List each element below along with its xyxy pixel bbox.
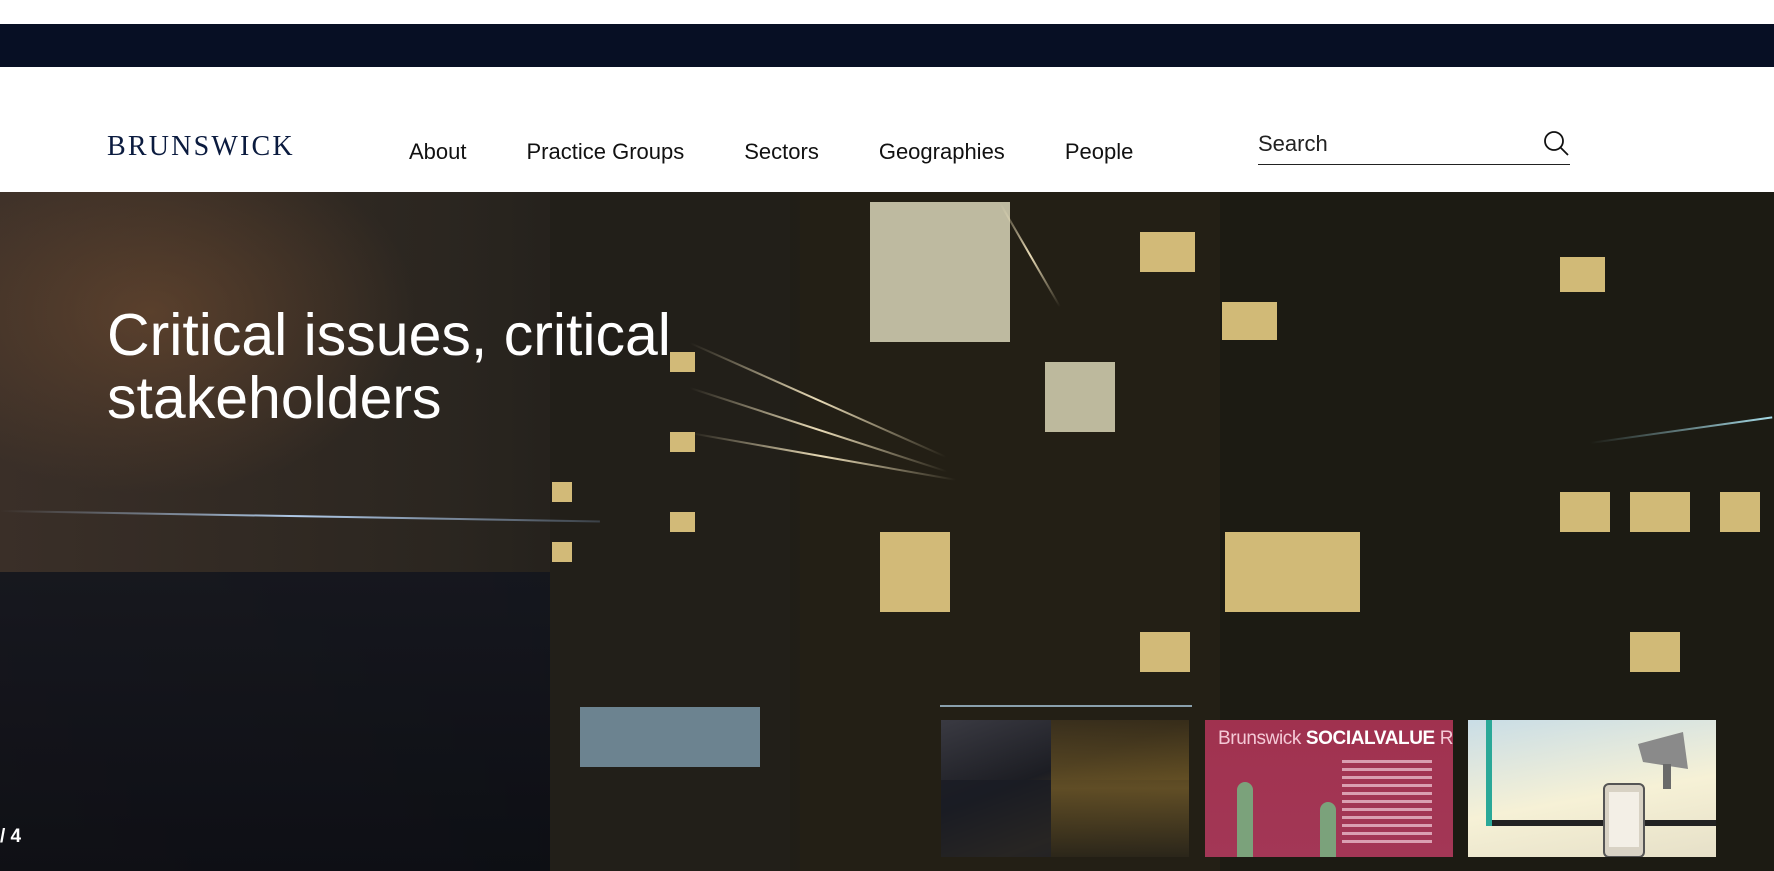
main-nav: About Practice Groups Sectors Geographie… <box>409 139 1193 165</box>
lit-window <box>1222 302 1277 340</box>
lit-window <box>552 542 572 562</box>
lit-window <box>1560 492 1610 532</box>
light-trail <box>0 510 600 523</box>
review-cover-title: Brunswick SOCIALVALUE Review <box>1218 728 1453 749</box>
lit-window <box>670 512 695 532</box>
lit-window <box>1560 257 1605 292</box>
search-input[interactable] <box>1258 129 1528 159</box>
cactus-image <box>1320 802 1336 857</box>
lit-window <box>870 202 1010 342</box>
lit-window <box>1630 492 1690 532</box>
lit-window <box>580 707 760 767</box>
slide-thumbnail-2[interactable]: Brunswick SOCIALVALUE Review <box>1205 720 1453 857</box>
lit-window <box>1140 232 1195 272</box>
search-icon[interactable] <box>1542 129 1570 157</box>
lit-window <box>670 432 695 452</box>
lit-window <box>1225 532 1360 612</box>
lit-window <box>1140 632 1190 672</box>
site-header: BRUNSWICK About Practice Groups Sectors … <box>0 67 1774 192</box>
slide-progress-bar <box>940 705 1192 707</box>
brunswick-logo[interactable]: BRUNSWICK <box>107 133 295 161</box>
top-bar <box>0 24 1774 67</box>
slide-thumbnail-3[interactable] <box>1468 720 1716 857</box>
hero-title: Critical issues, critical stakeholders <box>107 302 671 431</box>
smartphone-icon <box>1603 783 1645 857</box>
lit-window <box>552 482 572 502</box>
nav-item-people[interactable]: People <box>1065 139 1134 165</box>
nav-item-geographies[interactable]: Geographies <box>879 139 1005 165</box>
nav-item-practice-groups[interactable]: Practice Groups <box>527 139 685 165</box>
cover-text-lines <box>1342 760 1432 848</box>
cactus-image <box>1237 782 1253 857</box>
hero-banner: Critical issues, critical stakeholders /… <box>0 192 1774 871</box>
lit-window <box>1720 492 1760 532</box>
nav-item-sectors[interactable]: Sectors <box>744 139 819 165</box>
search-box <box>1258 123 1570 165</box>
nav-item-about[interactable]: About <box>409 139 467 165</box>
lit-window <box>880 532 950 612</box>
slide-counter: / 4 <box>0 826 22 847</box>
lit-window <box>1045 362 1115 432</box>
slide-thumbnail-1[interactable] <box>941 720 1189 857</box>
lit-window <box>1630 632 1680 672</box>
